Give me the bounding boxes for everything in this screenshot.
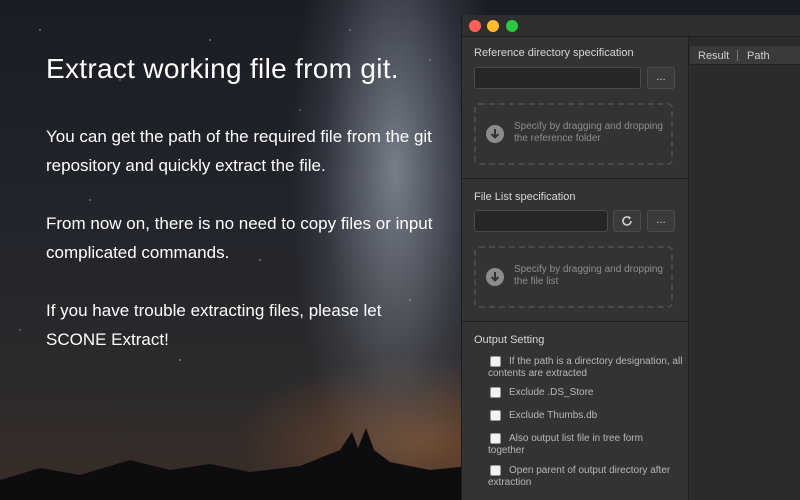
file-list-browse-button[interactable]: ... xyxy=(647,210,675,232)
output-setting-section: Output Setting If the path is a director… xyxy=(462,322,689,500)
refresh-button[interactable] xyxy=(613,210,641,232)
output-setting-title: Output Setting xyxy=(474,334,545,346)
hero-text: Extract working file from git. You can g… xyxy=(46,52,446,383)
hero-paragraph-3: If you have trouble extracting files, pl… xyxy=(46,301,382,349)
option-checkbox-exclude-thumbs-db[interactable] xyxy=(490,410,501,421)
file-list-drop-text: Specify by dragging and dropping the fil… xyxy=(514,264,663,287)
file-list-drop-zone[interactable]: Specify by dragging and dropping the fil… xyxy=(474,246,673,308)
option-label-tree-form: Also output list file in tree form toget… xyxy=(488,433,643,456)
reference-directory-section: Reference directory specification ... Sp… xyxy=(462,37,689,179)
title-bar xyxy=(462,15,800,37)
option-label-exclude-thumbs-db: Exclude Thumbs.db xyxy=(509,410,598,421)
hero-paragraph-1: You can get the path of the required fil… xyxy=(46,127,432,175)
mountain-silhouette xyxy=(0,428,470,500)
option-label-directory-contents: If the path is a directory designation, … xyxy=(488,356,683,379)
reference-directory-title: Reference directory specification xyxy=(474,47,634,59)
option-label-exclude-ds-store: Exclude .DS_Store xyxy=(509,387,594,398)
reference-drop-text: Specify by dragging and dropping the ref… xyxy=(514,121,663,144)
file-list-title: File List specification xyxy=(474,191,576,203)
settings-panel: Reference directory specification ... Sp… xyxy=(462,37,689,500)
result-panel: Result Path xyxy=(690,37,800,500)
minimize-window-button[interactable] xyxy=(487,20,499,32)
column-header-result[interactable]: Result xyxy=(698,50,729,62)
arrow-down-circle-icon xyxy=(486,125,504,143)
file-list-input[interactable] xyxy=(474,210,608,232)
result-table-header: Result Path xyxy=(690,46,800,65)
option-checkbox-exclude-ds-store[interactable] xyxy=(490,387,501,398)
reference-directory-input[interactable] xyxy=(474,67,641,89)
hero-heading: Extract working file from git. xyxy=(46,53,399,84)
refresh-icon xyxy=(622,216,632,226)
zoom-window-button[interactable] xyxy=(506,20,518,32)
file-list-section: File List specification ... Specify by d… xyxy=(462,179,689,322)
option-label-open-parent: Open parent of output directory after ex… xyxy=(488,465,671,488)
column-header-path[interactable]: Path xyxy=(747,50,770,62)
column-divider[interactable] xyxy=(737,50,738,61)
reference-browse-button[interactable]: ... xyxy=(647,67,675,89)
app-window: Reference directory specification ... Sp… xyxy=(461,15,800,500)
hero-paragraph-2: From now on, there is no need to copy fi… xyxy=(46,214,433,262)
arrow-down-circle-icon xyxy=(486,268,504,286)
reference-drop-zone[interactable]: Specify by dragging and dropping the ref… xyxy=(474,103,673,165)
close-window-button[interactable] xyxy=(469,20,481,32)
